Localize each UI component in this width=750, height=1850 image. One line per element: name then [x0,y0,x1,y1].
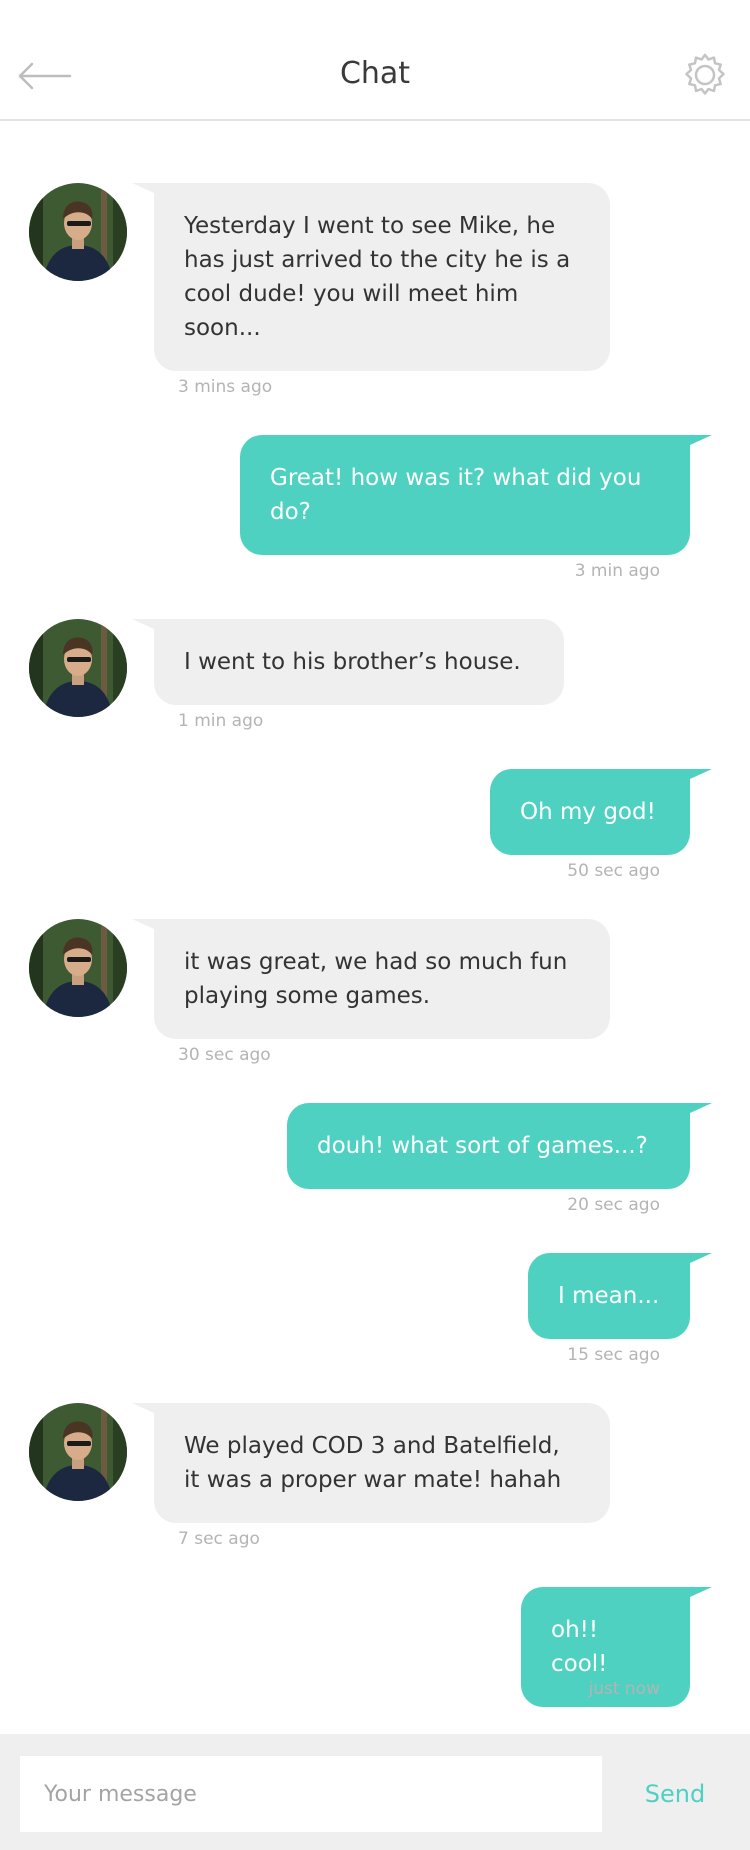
message-timestamp: 20 sec ago [567,1195,660,1215]
outgoing-message-bubble: I mean... [528,1253,712,1339]
avatar[interactable] [29,919,127,1017]
chat-header: Chat [0,0,750,121]
message-timestamp: just now [588,1679,660,1699]
message-timestamp: 50 sec ago [567,861,660,881]
message-timestamp: 7 sec ago [178,1529,260,1549]
message-timestamp: 30 sec ago [178,1045,271,1065]
outgoing-message-bubble: Oh my god! [490,769,712,855]
incoming-message-bubble: I went to his brother’s house. [132,619,564,705]
message-timestamp: 3 min ago [574,561,660,581]
message-timestamp: 1 min ago [178,711,264,731]
outgoing-message-bubble: Great! how was it? what did you do? [240,435,712,555]
message-composer: Send [0,1734,750,1850]
message-timestamp: 15 sec ago [567,1345,660,1365]
message-timestamp: 3 mins ago [178,377,273,397]
outgoing-message-bubble: douh! what sort of games...? [287,1103,712,1189]
avatar[interactable] [29,1403,127,1501]
avatar[interactable] [29,619,127,717]
incoming-message-bubble: it was great, we had so much fun playing… [132,919,610,1039]
incoming-message-bubble: We played COD 3 and Batelfield, it was a… [132,1403,610,1523]
send-button[interactable]: Send [620,1756,730,1832]
settings-button[interactable] [680,50,730,100]
message-input[interactable] [20,1756,602,1832]
incoming-message-bubble: Yesterday I went to see Mike, he has jus… [132,183,610,371]
page-title: Chat [339,56,411,91]
gear-icon [685,53,725,95]
avatar[interactable] [29,183,127,281]
